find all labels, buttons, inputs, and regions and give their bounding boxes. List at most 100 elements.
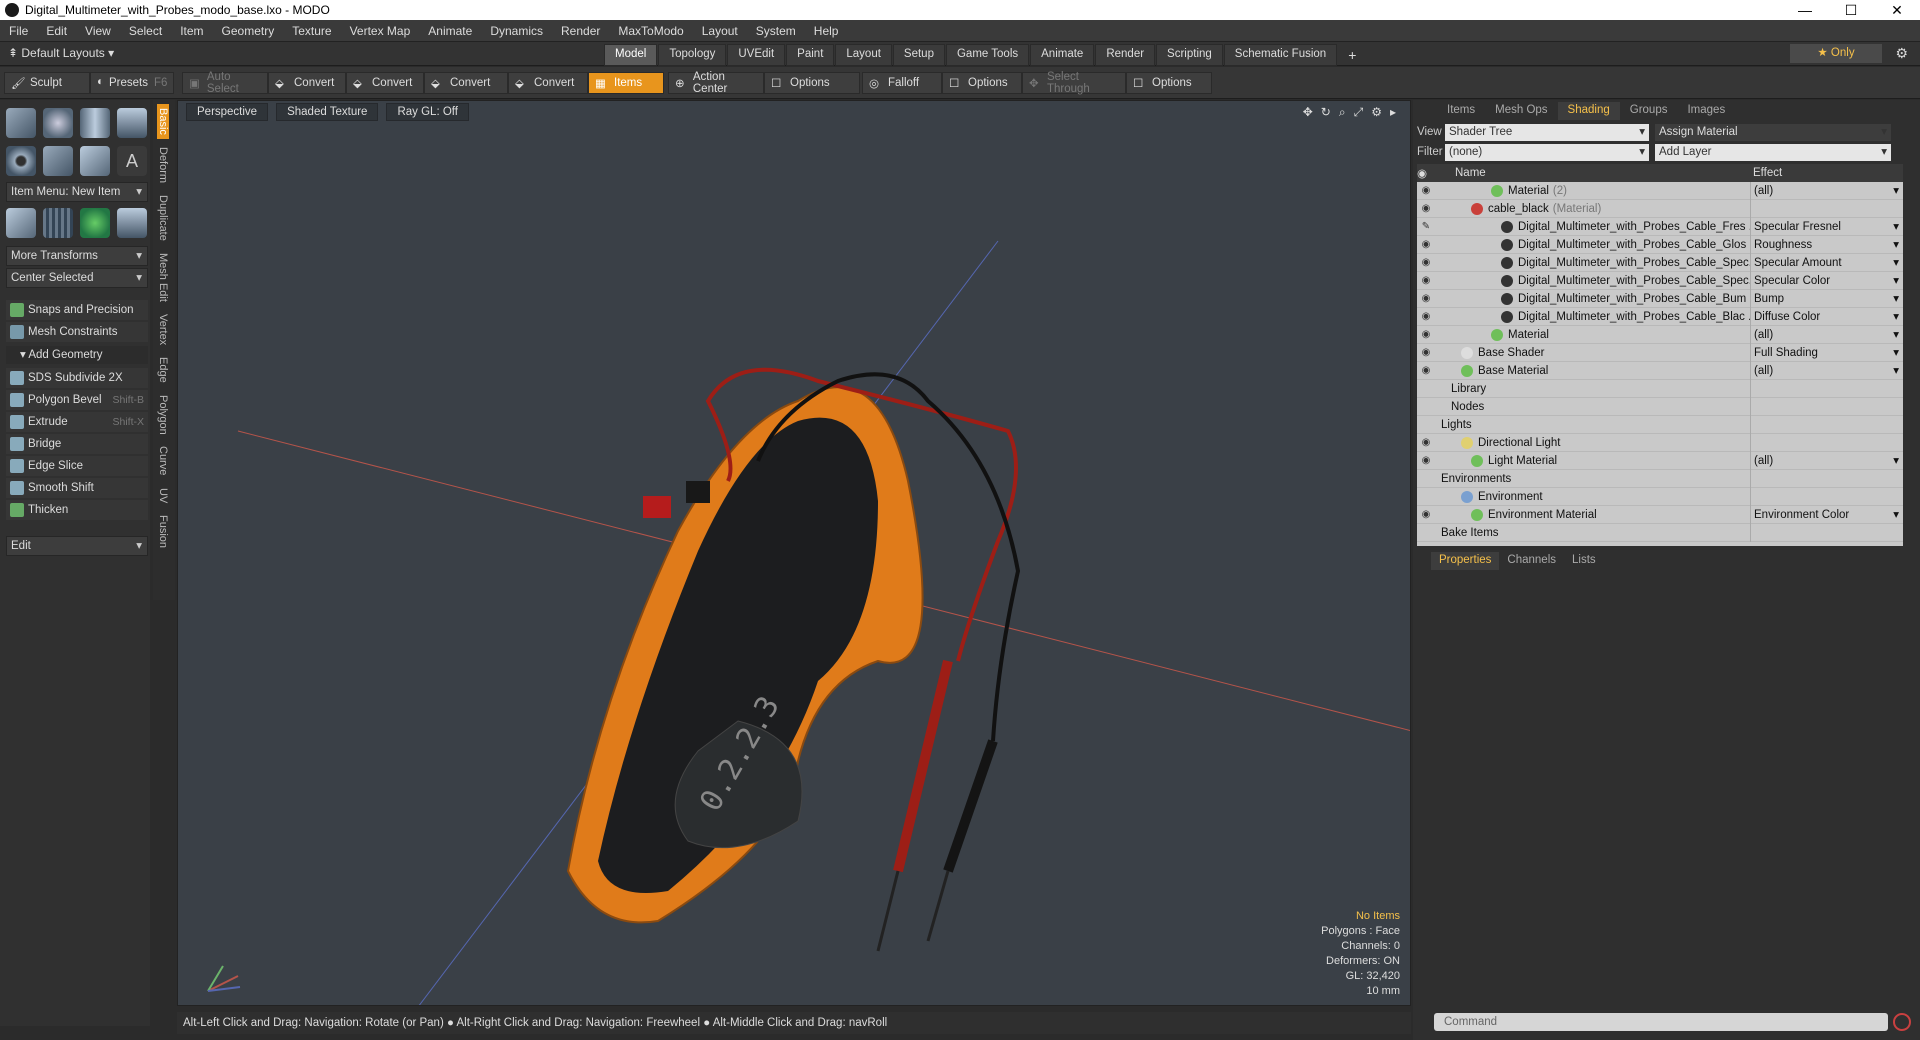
auto-select-button[interactable]: ▣ Auto Select: [182, 71, 268, 95]
tab-topology[interactable]: Topology: [658, 44, 727, 66]
shader-tree-row[interactable]: ◉ Light Material (all): [1417, 451, 1903, 470]
vtab-duplicate[interactable]: Duplicate: [157, 191, 169, 245]
effect-dropdown[interactable]: Environment Color: [1750, 505, 1903, 524]
convert-button-4[interactable]: ⬙ Convert: [508, 72, 588, 94]
settings-icon[interactable]: ⚙: [1371, 105, 1382, 120]
default-layouts-dropdown[interactable]: ⇞ Default Layouts ▾: [8, 46, 114, 60]
tab-model[interactable]: Model: [604, 44, 658, 66]
effect-dropdown[interactable]: Specular Fresnel: [1750, 217, 1903, 236]
smooth-shift-button[interactable]: Smooth Shift: [6, 478, 148, 498]
effect-dropdown[interactable]: Specular Amount: [1750, 253, 1903, 272]
tab-schematic-fusion[interactable]: Schematic Fusion: [1223, 44, 1338, 66]
options-button-1[interactable]: ☐ Options: [764, 72, 860, 94]
menu-system[interactable]: System: [747, 24, 805, 38]
menu-file[interactable]: File: [0, 24, 37, 38]
tab-images[interactable]: Images: [1677, 102, 1735, 120]
grid-icon[interactable]: [43, 208, 73, 238]
multimeter-model[interactable]: 0.2.2.3: [566, 367, 1021, 952]
visibility-toggle-icon[interactable]: ◉: [1417, 203, 1435, 214]
vtab-uv[interactable]: UV: [157, 484, 169, 507]
falloff-button[interactable]: ◎ Falloff: [862, 72, 942, 94]
vtab-edge[interactable]: Edge: [157, 353, 169, 387]
visibility-toggle-icon[interactable]: ◉: [1417, 365, 1435, 376]
name-column-header[interactable]: Name: [1435, 167, 1750, 179]
3d-viewport[interactable]: 0.2.2.3 Perspective Shaded Texture Ray G…: [177, 100, 1411, 1006]
pan-icon[interactable]: ✥: [1303, 105, 1313, 120]
options-button-2[interactable]: ☐ Options: [942, 72, 1022, 94]
shader-tree-row[interactable]: ◉ Digital_Multimeter_with_Probes_Cable_Bl…: [1417, 307, 1903, 326]
visibility-toggle-icon[interactable]: ✎: [1417, 221, 1435, 232]
effect-dropdown[interactable]: (all): [1750, 451, 1903, 470]
shader-tree-row[interactable]: Library: [1417, 379, 1903, 398]
shader-tree-row[interactable]: ◉ cable_black (Material): [1417, 199, 1903, 218]
close-button[interactable]: ✕: [1874, 0, 1920, 20]
visibility-toggle-icon[interactable]: ◉: [1417, 509, 1435, 520]
shader-tree-row[interactable]: ◉ Directional Light: [1417, 433, 1903, 452]
tab-scripting[interactable]: Scripting: [1156, 44, 1223, 66]
torus-primitive-icon[interactable]: [6, 146, 36, 176]
shader-tree-row[interactable]: Nodes: [1417, 397, 1903, 416]
menu-help[interactable]: Help: [805, 24, 848, 38]
only-toggle[interactable]: ★ Only: [1790, 44, 1882, 63]
tab-channels[interactable]: Channels: [1499, 552, 1564, 570]
more-transforms-dropdown[interactable]: More Transforms: [6, 246, 148, 266]
cone-primitive-icon[interactable]: [117, 108, 147, 138]
perspective-view-button[interactable]: Perspective: [186, 103, 269, 121]
effect-dropdown[interactable]: (all): [1750, 325, 1903, 344]
menu-layout[interactable]: Layout: [693, 24, 747, 38]
vtab-polygon[interactable]: Polygon: [157, 391, 169, 439]
vtab-vertex[interactable]: Vertex: [157, 310, 169, 349]
menu-maxtomodo[interactable]: MaxToModo: [609, 24, 692, 38]
visibility-toggle-icon[interactable]: ◉: [1417, 257, 1435, 268]
view-dropdown[interactable]: Shader Tree: [1445, 123, 1649, 141]
shader-tree-row[interactable]: ◉ Base Shader Full Shading: [1417, 343, 1903, 362]
effect-dropdown[interactable]: Roughness: [1750, 235, 1903, 254]
convert-button-2[interactable]: ⬙ Convert: [346, 72, 424, 94]
effect-dropdown[interactable]: Bump: [1750, 289, 1903, 308]
maximize-button[interactable]: ☐: [1828, 0, 1874, 20]
tab-game-tools[interactable]: Game Tools: [945, 44, 1030, 66]
sphere-primitive-icon[interactable]: [43, 108, 73, 138]
visibility-toggle-icon[interactable]: ◉: [1417, 329, 1435, 340]
menu-texture[interactable]: Texture: [283, 24, 340, 38]
visibility-toggle-icon[interactable]: ◉: [1417, 311, 1435, 322]
presets-button[interactable]: ◐ Presets F6: [90, 72, 174, 94]
effect-dropdown[interactable]: (all): [1750, 361, 1903, 380]
tab-properties[interactable]: Properties: [1431, 552, 1500, 570]
visibility-toggle-icon[interactable]: ◉: [1417, 185, 1435, 196]
tab-animate[interactable]: Animate: [1030, 44, 1095, 66]
menu-vertex-map[interactable]: Vertex Map: [341, 24, 420, 38]
menu-animate[interactable]: Animate: [419, 24, 481, 38]
tab-uvedit[interactable]: UVEdit: [727, 44, 786, 66]
vtab-mesh-edit[interactable]: Mesh Edit: [157, 249, 169, 306]
tab-lists[interactable]: Lists: [1564, 552, 1604, 570]
shader-tree-row[interactable]: ◉ Digital_Multimeter_with_Probes_Cable_Bu…: [1417, 289, 1903, 308]
shading-mode-button[interactable]: Shaded Texture: [276, 103, 379, 121]
item-menu-dropdown[interactable]: Item Menu: New Item: [6, 182, 148, 202]
menu-item[interactable]: Item: [171, 24, 212, 38]
extrude-button[interactable]: Extrude Shift-X: [6, 412, 148, 432]
tab-setup[interactable]: Setup: [892, 44, 945, 66]
select-through-button[interactable]: ✥ Select Through: [1022, 71, 1126, 95]
shader-tree-row[interactable]: Environments: [1417, 469, 1903, 488]
shader-tree-row[interactable]: Environment: [1417, 487, 1903, 506]
command-input[interactable]: Command: [1434, 1013, 1888, 1031]
effect-dropdown[interactable]: Diffuse Color: [1750, 307, 1903, 326]
shader-tree-row[interactable]: ◉ Material (2) (all): [1417, 181, 1903, 200]
tab-paint[interactable]: Paint: [786, 44, 835, 66]
zoom-icon[interactable]: ⌕: [1339, 105, 1346, 120]
transform-icon[interactable]: [6, 208, 36, 238]
edge-slice-button[interactable]: Edge Slice: [6, 456, 148, 476]
menu-render[interactable]: Render: [552, 24, 609, 38]
tab-groups[interactable]: Groups: [1620, 102, 1678, 120]
text-tool-icon[interactable]: A: [117, 146, 147, 176]
add-tab-button[interactable]: +: [1338, 44, 1366, 66]
visibility-toggle-icon[interactable]: ◉: [1417, 293, 1435, 304]
bridge-button[interactable]: Bridge: [6, 434, 148, 454]
vtab-deform[interactable]: Deform: [157, 143, 169, 187]
thicken-button[interactable]: Thicken: [6, 500, 148, 520]
capsule-primitive-icon[interactable]: [43, 146, 73, 176]
assign-material-button[interactable]: Assign Material: [1655, 123, 1891, 141]
tab-layout[interactable]: Layout: [835, 44, 892, 66]
shader-tree-row[interactable]: ◉ Digital_Multimeter_with_Probes_Cable_Sp…: [1417, 271, 1903, 290]
